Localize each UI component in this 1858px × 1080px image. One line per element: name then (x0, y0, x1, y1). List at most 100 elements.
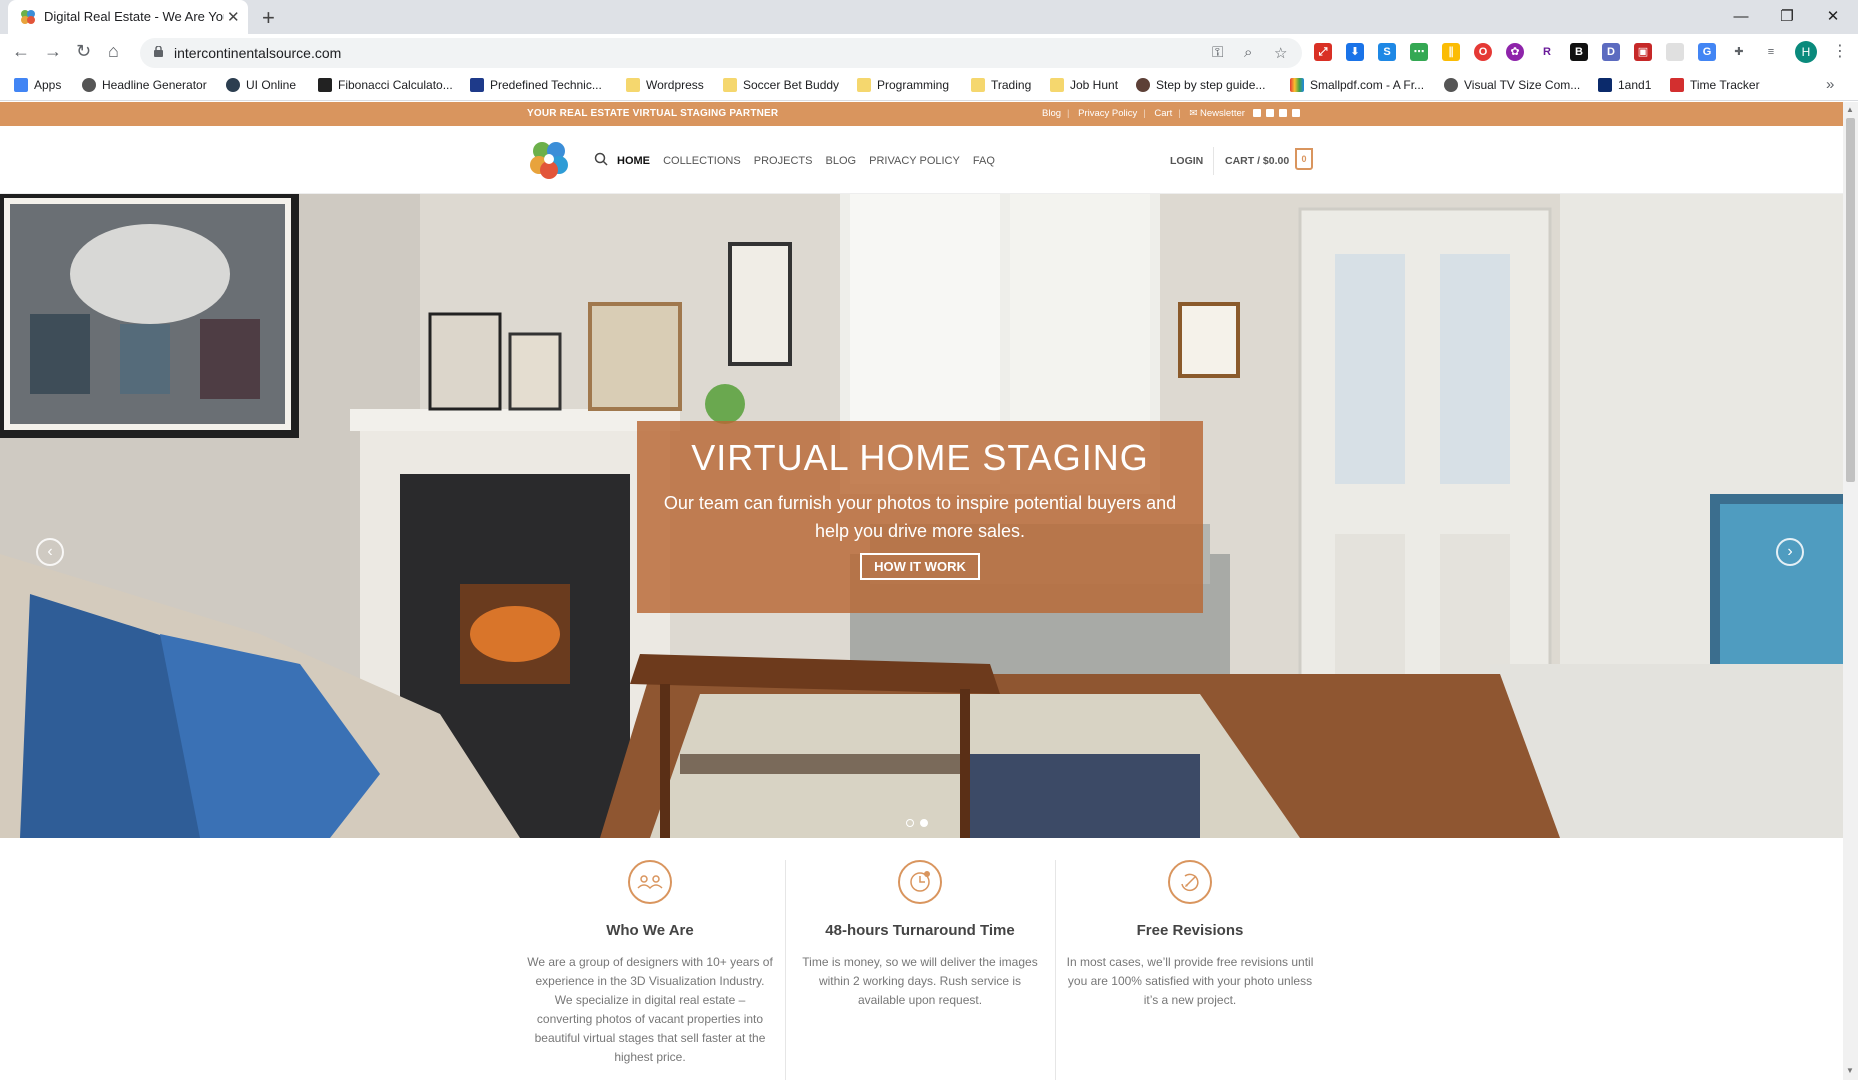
target-icon (226, 78, 240, 92)
cart-count-badge[interactable]: 0 (1295, 148, 1313, 170)
home-icon[interactable]: ⌂ (108, 41, 119, 62)
highlighter-extension-icon[interactable]: ∥ (1442, 43, 1460, 61)
site-header: HOME COLLECTIONS PROJECTS BLOG PRIVACY P… (0, 126, 1843, 194)
search-icon[interactable] (594, 152, 608, 166)
feature-title: Free Revisions (1136, 922, 1244, 939)
reading-list-icon[interactable]: ≡ (1762, 43, 1780, 61)
red-extension-icon[interactable]: ▣ (1634, 43, 1652, 61)
folder-icon (971, 78, 985, 92)
star-icon[interactable]: ☆ (1274, 44, 1287, 62)
features-section: Who We Are We are a group of designers w… (0, 838, 1843, 1080)
s-extension-icon[interactable]: S (1378, 43, 1396, 61)
key-icon[interactable]: ⚿ (1212, 44, 1223, 61)
browser-tab-strip: Digital Real Estate - We Are Your ✕ + — … (0, 0, 1858, 34)
back-icon[interactable]: ← (12, 41, 30, 62)
scroll-thumb[interactable] (1846, 118, 1855, 482)
bookmark-fibonacci[interactable]: Fibonacci Calculato... (318, 78, 453, 92)
nav-faq[interactable]: FAQ (973, 155, 995, 167)
1and1-icon (1598, 78, 1612, 92)
nav-home[interactable]: HOME (617, 155, 650, 167)
topbar-link-newsletter[interactable]: Newsletter (1200, 108, 1245, 119)
page-icon (470, 78, 484, 92)
bookmark-1and1[interactable]: 1and1 (1598, 78, 1651, 92)
bookmark-ui-online[interactable]: UI Online (226, 78, 296, 92)
blank-extension-icon[interactable] (1666, 43, 1684, 61)
maximize-icon[interactable]: ❐ (1764, 3, 1810, 31)
lock-icon (154, 46, 163, 57)
bookmark-folder-soccer[interactable]: Soccer Bet Buddy (723, 78, 839, 92)
apps-grid-icon (14, 78, 28, 92)
browser-tab[interactable]: Digital Real Estate - We Are Your ✕ (8, 0, 248, 34)
bookmark-folder-trading[interactable]: Trading (971, 78, 1031, 92)
bookmark-step-by-step[interactable]: Step by step guide... (1136, 78, 1265, 92)
hero-caption: VIRTUAL HOME STAGING Our team can furnis… (637, 421, 1203, 613)
how-it-work-button[interactable]: HOW IT WORK (860, 553, 980, 580)
slider-dot-2[interactable] (920, 819, 928, 827)
bookmark-folder-programming[interactable]: Programming (857, 78, 949, 92)
scroll-up-icon[interactable]: ▲ (1846, 105, 1854, 114)
nav-blog[interactable]: BLOG (826, 155, 857, 167)
slider-next-icon[interactable]: › (1776, 538, 1804, 566)
feature-who-we-are: Who We Are We are a group of designers w… (515, 838, 785, 1067)
smallpdf-icon (1290, 78, 1304, 92)
nav-projects[interactable]: PROJECTS (754, 155, 813, 167)
inv-icon (318, 78, 332, 92)
slider-dot-1[interactable] (906, 819, 914, 827)
browser-toolbar: ← → ↻ ⌂ intercontinentalsource.com ⚿ ⌕ ☆… (0, 34, 1858, 71)
topbar-link-privacy[interactable]: Privacy Policy (1078, 108, 1137, 119)
share-extension-icon[interactable]: ⋯ (1410, 43, 1428, 61)
nav-collections[interactable]: COLLECTIONS (663, 155, 741, 167)
topbar-link-cart[interactable]: Cart (1154, 108, 1172, 119)
address-bar[interactable]: intercontinentalsource.com ⚿ ⌕ ☆ (140, 38, 1302, 68)
download-extension-icon[interactable]: ⬇ (1346, 43, 1364, 61)
twitter-icon[interactable] (1278, 109, 1287, 117)
bookmark-time-tracker[interactable]: Time Tracker (1670, 78, 1760, 92)
b-extension-icon[interactable]: B (1570, 43, 1588, 61)
d-extension-icon[interactable]: D (1602, 43, 1620, 61)
tab-title: Digital Real Estate - We Are Your (44, 9, 224, 24)
slider-prev-icon[interactable]: ‹ (36, 538, 64, 566)
r-extension-icon[interactable]: R (1538, 43, 1556, 61)
globe-icon (1444, 78, 1458, 92)
cart-link[interactable]: CART / $0.00 (1225, 155, 1289, 167)
bookmark-predefined[interactable]: Predefined Technic... (470, 78, 602, 92)
profile-avatar[interactable]: H (1795, 41, 1817, 63)
feature-turnaround: 48-hours Turnaround Time Time is money, … (785, 838, 1055, 1010)
page-viewport: YOUR REAL ESTATE VIRTUAL STAGING PARTNER… (0, 102, 1843, 1080)
login-link[interactable]: LOGIN (1170, 155, 1203, 167)
site-logo[interactable] (528, 138, 570, 180)
window-close-icon[interactable]: ✕ (1810, 3, 1856, 31)
scroll-down-icon[interactable]: ▼ (1846, 1066, 1854, 1075)
reload-icon[interactable]: ↻ (76, 41, 91, 62)
bookmark-smallpdf[interactable]: Smallpdf.com - A Fr... (1290, 78, 1424, 92)
color-extension-icon[interactable]: ✿ (1506, 43, 1524, 61)
tab-close-icon[interactable]: ✕ (227, 8, 240, 26)
bookmark-folder-job-hunt[interactable]: Job Hunt (1050, 78, 1118, 92)
translate-extension-icon[interactable]: G (1698, 43, 1716, 61)
bookmark-headline-generator[interactable]: Headline Generator (82, 78, 207, 92)
new-tab-icon[interactable]: + (262, 5, 275, 31)
page-scrollbar[interactable]: ▲ ▼ (1843, 102, 1858, 1080)
folder-icon (723, 78, 737, 92)
pdf-extension-icon[interactable]: ⤢ (1314, 43, 1332, 61)
bookmark-apps[interactable]: Apps (14, 78, 61, 92)
folder-icon (1050, 78, 1064, 92)
email-icon[interactable] (1291, 109, 1300, 117)
bookmark-visual-tv[interactable]: Visual TV Size Com... (1444, 78, 1580, 92)
bookmarks-overflow-icon[interactable]: » (1826, 76, 1834, 93)
top-announcement-bar: YOUR REAL ESTATE VIRTUAL STAGING PARTNER… (0, 102, 1843, 126)
zoom-icon[interactable]: ⌕ (1244, 44, 1252, 61)
instagram-icon[interactable] (1265, 109, 1274, 117)
feature-text: We are a group of designers with 10+ yea… (527, 955, 773, 1064)
bookmark-folder-wordpress[interactable]: Wordpress (626, 78, 704, 92)
topbar-link-blog[interactable]: Blog (1042, 108, 1061, 119)
people-icon (628, 860, 672, 904)
nav-privacy-policy[interactable]: PRIVACY POLICY (869, 155, 960, 167)
opera-extension-icon[interactable]: O (1474, 43, 1492, 61)
menu-kebab-icon[interactable]: ⋮ (1832, 41, 1848, 61)
forward-icon[interactable]: → (44, 41, 62, 62)
header-divider (1213, 147, 1214, 175)
facebook-icon[interactable] (1252, 109, 1261, 117)
puzzle-icon[interactable]: ✚ (1730, 43, 1748, 61)
minimize-icon[interactable]: — (1718, 3, 1764, 31)
